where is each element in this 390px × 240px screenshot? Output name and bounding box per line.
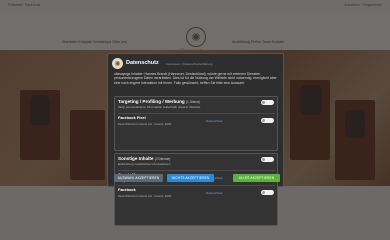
group-count: (1 Dienst) — [185, 100, 200, 104]
service-name: Facebook — [118, 188, 136, 192]
privacy-modal: ✺ Datenschutz Impressum | Datenschutzerk… — [107, 53, 284, 226]
toggle-knob — [261, 118, 265, 122]
consent-group-other-content: Sonstige Inhalte (2 Dienste) Einbindung … — [114, 153, 278, 226]
toggle-knob — [261, 157, 265, 161]
group-count: (2 Dienste) — [154, 157, 171, 161]
group-title-text: Sonstige Inhalte — [118, 156, 154, 161]
deny-all-button[interactable]: NICHTS AKZEPTIEREN — [167, 174, 214, 182]
group-description: Einbindung zusätzlicher Informationen — [118, 162, 171, 166]
accept-selection-button[interactable]: AUSWAHL AKZEPTIEREN — [114, 174, 163, 182]
toggle-knob — [261, 190, 265, 194]
service-provider: Meta Platforms Ireland Ltd., Ireland, EW… — [118, 193, 172, 198]
service-name: Facebook Pixel — [118, 116, 146, 120]
consent-group-targeting: Targeting / Profiling / Werbung (1 Diens… — [114, 96, 278, 151]
modal-intro-text: ullasayoga Inhaber: Hannes Brandt (Hanno… — [114, 72, 277, 85]
service-privacy-link[interactable]: Datenschutz — [206, 119, 223, 123]
group-toggle-switch[interactable] — [261, 100, 274, 105]
service-provider: Meta Platforms Ireland Ltd., Ireland, EW… — [118, 121, 172, 126]
group-toggle-switch[interactable] — [261, 157, 274, 162]
group-title: Targeting / Profiling / Werbung (1 Diens… — [118, 99, 200, 104]
service-item-facebook: Facebook Meta Platforms Ireland Ltd., Ir… — [118, 185, 275, 199]
modal-header: ✺ Datenschutz Impressum | Datenschutzerk… — [112, 58, 281, 69]
group-title-text: Targeting / Profiling / Werbung — [118, 99, 185, 104]
service-toggle-switch[interactable] — [261, 190, 274, 195]
service-toggle-switch[interactable] — [261, 118, 274, 123]
modal-title: Datenschutz — [126, 60, 159, 66]
group-title: Sonstige Inhalte (2 Dienste) — [118, 156, 170, 161]
toggle-knob — [261, 100, 265, 104]
service-privacy-link[interactable]: Datenschutz — [206, 191, 223, 195]
legal-links[interactable]: Impressum | Datenschutzerklärung — [166, 62, 212, 66]
accept-all-button[interactable]: ALLES AKZEPTIEREN — [233, 174, 280, 182]
service-item-facebook-pixel: Facebook Pixel Meta Platforms Ireland Lt… — [118, 113, 275, 127]
modal-logo-icon: ✺ — [112, 58, 123, 69]
group-description: Zeigt personalisierte Information außerh… — [118, 105, 201, 109]
